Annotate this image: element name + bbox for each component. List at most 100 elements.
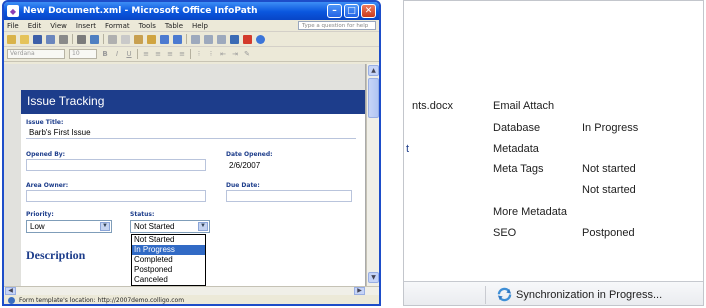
- layout-icon[interactable]: [217, 34, 226, 44]
- task-status: Postponed: [582, 227, 635, 239]
- bold-icon[interactable]: B: [101, 50, 109, 58]
- permission-icon[interactable]: [46, 34, 55, 44]
- list-item[interactable]: SEO Postponed: [404, 224, 703, 244]
- status-bar: Form template's location: http://2007dem…: [4, 295, 379, 304]
- form-title: Issue Tracking: [21, 90, 365, 114]
- design-tasks-icon[interactable]: [230, 34, 239, 44]
- toolbar-separator: [186, 34, 187, 44]
- help-icon[interactable]: [256, 34, 265, 44]
- priority-label: Priority:: [26, 211, 54, 218]
- open-icon[interactable]: [20, 34, 29, 44]
- align-center-icon[interactable]: ≡: [154, 50, 162, 58]
- priority-dropdown[interactable]: Low ▼: [26, 220, 112, 233]
- task-name: Metadata: [493, 143, 539, 155]
- menu-bar: File Edit View Insert Format Tools Table…: [4, 20, 379, 32]
- menu-table[interactable]: Table: [165, 22, 183, 30]
- vertical-scrollbar[interactable]: ▲ ▼: [366, 64, 379, 286]
- title-bar[interactable]: ◆ New Document.xml - Microsoft Office In…: [4, 2, 379, 20]
- chevron-down-icon[interactable]: ▼: [198, 222, 208, 231]
- bullets-icon[interactable]: ⁝: [195, 50, 203, 58]
- redo-icon[interactable]: [173, 34, 182, 44]
- decrease-indent-icon[interactable]: ⇤: [219, 50, 227, 58]
- menu-edit[interactable]: Edit: [28, 22, 42, 30]
- align-right-icon[interactable]: ≡: [166, 50, 174, 58]
- task-name: Email Attach: [493, 100, 555, 112]
- list-item[interactable]: nts.docx Email Attach: [404, 97, 703, 117]
- opened-by-field[interactable]: [26, 159, 206, 171]
- table-icon[interactable]: [191, 34, 200, 44]
- insert-table-icon[interactable]: [204, 34, 213, 44]
- task-name: SEO: [493, 227, 517, 239]
- scroll-right-icon[interactable]: ▶: [354, 287, 365, 295]
- opened-by-label: Opened By:: [26, 151, 66, 158]
- status-option-highlighted[interactable]: In Progress: [132, 245, 205, 255]
- undo-icon[interactable]: [160, 34, 169, 44]
- print-preview-icon[interactable]: [77, 34, 86, 44]
- list-item[interactable]: Database In Progress: [404, 119, 703, 139]
- issue-title-label: Issue Title:: [26, 119, 64, 126]
- list-item[interactable]: t Metadata: [404, 140, 703, 160]
- menu-format[interactable]: Format: [105, 22, 130, 30]
- horizontal-scrollbar[interactable]: ◀ ▶: [4, 286, 379, 295]
- description-heading: Description: [26, 248, 86, 262]
- numbering-icon[interactable]: ⁝: [207, 50, 215, 58]
- highlight-icon[interactable]: ✎: [243, 50, 251, 58]
- list-item[interactable]: More Metadata: [404, 203, 703, 223]
- due-date-label: Due Date:: [226, 182, 260, 189]
- menu-file[interactable]: File: [7, 22, 19, 30]
- help-search-input[interactable]: Type a question for help: [298, 21, 376, 30]
- status-dropdown[interactable]: Not Started ▼: [130, 220, 210, 233]
- area-owner-field[interactable]: [26, 190, 206, 202]
- chevron-down-icon[interactable]: ▼: [100, 222, 110, 231]
- copy-icon[interactable]: [121, 34, 130, 44]
- list-item[interactable]: Not started: [404, 181, 703, 201]
- date-opened-field[interactable]: 2/6/2007: [226, 160, 336, 172]
- maximize-button[interactable]: □: [344, 4, 359, 18]
- align-left-icon[interactable]: ≡: [142, 50, 150, 58]
- italic-icon[interactable]: I: [113, 50, 121, 58]
- save-icon[interactable]: [33, 34, 42, 44]
- task-status: Not started: [582, 163, 636, 175]
- scroll-left-icon[interactable]: ◀: [5, 287, 16, 295]
- menu-view[interactable]: View: [50, 22, 67, 30]
- menu-insert[interactable]: Insert: [76, 22, 96, 30]
- status-option[interactable]: Completed: [132, 255, 205, 265]
- increase-indent-icon[interactable]: ⇥: [231, 50, 239, 58]
- priority-value: Low: [30, 222, 45, 231]
- list-item[interactable]: Meta Tags Not started: [404, 160, 703, 180]
- close-button[interactable]: ✕: [361, 4, 376, 18]
- spelling-icon[interactable]: [90, 34, 99, 44]
- standard-toolbar: [4, 32, 379, 47]
- font-size-select[interactable]: 10: [69, 49, 97, 59]
- status-option[interactable]: Not Started: [132, 235, 205, 245]
- format-painter-icon[interactable]: [147, 34, 156, 44]
- formatting-toolbar: Verdana 10 B I U ≡ ≡ ≡ ≡ ⁝ ⁝ ⇤ ⇥ ✎: [4, 47, 379, 62]
- minimize-button[interactable]: –: [327, 4, 342, 18]
- status-option[interactable]: Canceled: [132, 275, 205, 285]
- row-marker: t: [406, 143, 410, 155]
- justify-icon[interactable]: ≡: [178, 50, 186, 58]
- infopath-window: ◆ New Document.xml - Microsoft Office In…: [2, 0, 381, 306]
- form-location-text: Form template's location: http://2007dem…: [19, 296, 185, 304]
- window-title: New Document.xml - Microsoft Office Info…: [23, 6, 258, 16]
- new-icon[interactable]: [7, 34, 16, 44]
- cut-icon[interactable]: [108, 34, 117, 44]
- document-name: nts.docx: [412, 100, 453, 112]
- document-list-panel: nts.docx Email Attach Database In Progre…: [403, 0, 704, 306]
- digital-signature-icon[interactable]: [243, 34, 252, 44]
- toolbar-separator: [72, 34, 73, 44]
- scroll-down-icon[interactable]: ▼: [368, 272, 379, 283]
- underline-icon[interactable]: U: [125, 50, 133, 58]
- globe-icon: [8, 297, 15, 304]
- print-icon[interactable]: [59, 34, 68, 44]
- scrollbar-thumb[interactable]: [368, 78, 379, 118]
- font-name-select[interactable]: Verdana: [7, 49, 65, 59]
- toolbar-separator: [190, 49, 191, 59]
- scroll-up-icon[interactable]: ▲: [368, 65, 379, 76]
- menu-tools[interactable]: Tools: [139, 22, 156, 30]
- due-date-field[interactable]: [226, 190, 352, 202]
- status-option[interactable]: Postponed: [132, 265, 205, 275]
- paste-icon[interactable]: [134, 34, 143, 44]
- menu-help[interactable]: Help: [192, 22, 208, 30]
- issue-title-field[interactable]: Barb's First Issue: [26, 127, 356, 139]
